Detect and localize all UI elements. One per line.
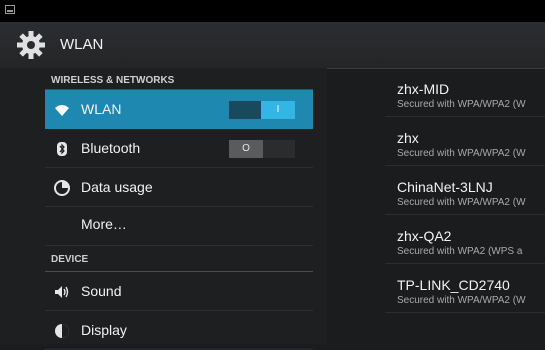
wifi-icon [55,105,69,116]
network-ssid: zhx-MID [397,81,450,97]
settings-item-label: Sound [81,283,122,299]
network-item[interactable]: zhx-MID Secured with WPA/WPA2 (W [385,68,545,117]
settings-gear-icon[interactable] [17,31,45,59]
toggle-knob: I [261,101,295,119]
network-ssid: zhx [397,130,419,146]
section-header-device: DEVICE [45,246,313,272]
network-item[interactable]: zhx Secured with WPA/WPA2 (W [385,117,545,166]
section-header-wireless: WIRELESS & NETWORKS [45,68,313,90]
settings-item-label: Bluetooth [81,140,141,156]
settings-item-label: WLAN [81,101,122,117]
settings-list: WIRELESS & NETWORKS WLAN I Bluetooth O D… [0,68,327,350]
bluetooth-toggle[interactable]: O [229,140,295,158]
network-security: Secured with WPA/WPA2 (W [397,197,526,208]
settings-item-wlan[interactable]: WLAN I [45,90,313,129]
speaker-icon [55,286,69,298]
network-item[interactable]: TP-LINK_CD2740 Secured with WPA/WPA2 (W [385,264,545,313]
settings-item-bluetooth[interactable]: Bluetooth O [45,129,313,168]
data-usage-icon [54,180,70,196]
settings-item-data-usage[interactable]: Data usage [45,168,313,207]
page-title: WLAN [60,36,104,53]
network-security: Secured with WPA/WPA2 (W [397,99,526,110]
network-ssid: TP-LINK_CD2740 [397,277,510,293]
network-security: Secured with WPA2 (WPS a [397,246,523,257]
network-item[interactable]: zhx-QA2 Secured with WPA2 (WPS a [385,215,545,264]
settings-item-label: Data usage [81,179,153,195]
settings-item-label: Display [81,322,127,338]
wlan-toggle[interactable]: I [229,101,295,119]
network-ssid: zhx-QA2 [397,228,452,244]
notification-icon [5,5,15,14]
settings-item-label: More… [81,216,127,232]
settings-item-display[interactable]: Display [45,311,313,350]
network-item[interactable]: ChinaNet-3LNJ Secured with WPA/WPA2 (W [385,166,545,215]
bluetooth-icon [57,142,67,156]
display-icon [55,324,69,338]
settings-item-sound[interactable]: Sound [45,272,313,311]
toggle-knob: O [229,140,263,158]
wifi-network-list: zhx-MID Secured with WPA/WPA2 (W zhx Sec… [385,68,545,313]
settings-item-more[interactable]: More… [45,207,313,246]
status-bar [0,0,545,22]
network-ssid: ChinaNet-3LNJ [397,179,493,195]
network-security: Secured with WPA/WPA2 (W [397,295,526,306]
network-security: Secured with WPA/WPA2 (W [397,148,526,159]
action-bar: WLAN [0,22,545,69]
